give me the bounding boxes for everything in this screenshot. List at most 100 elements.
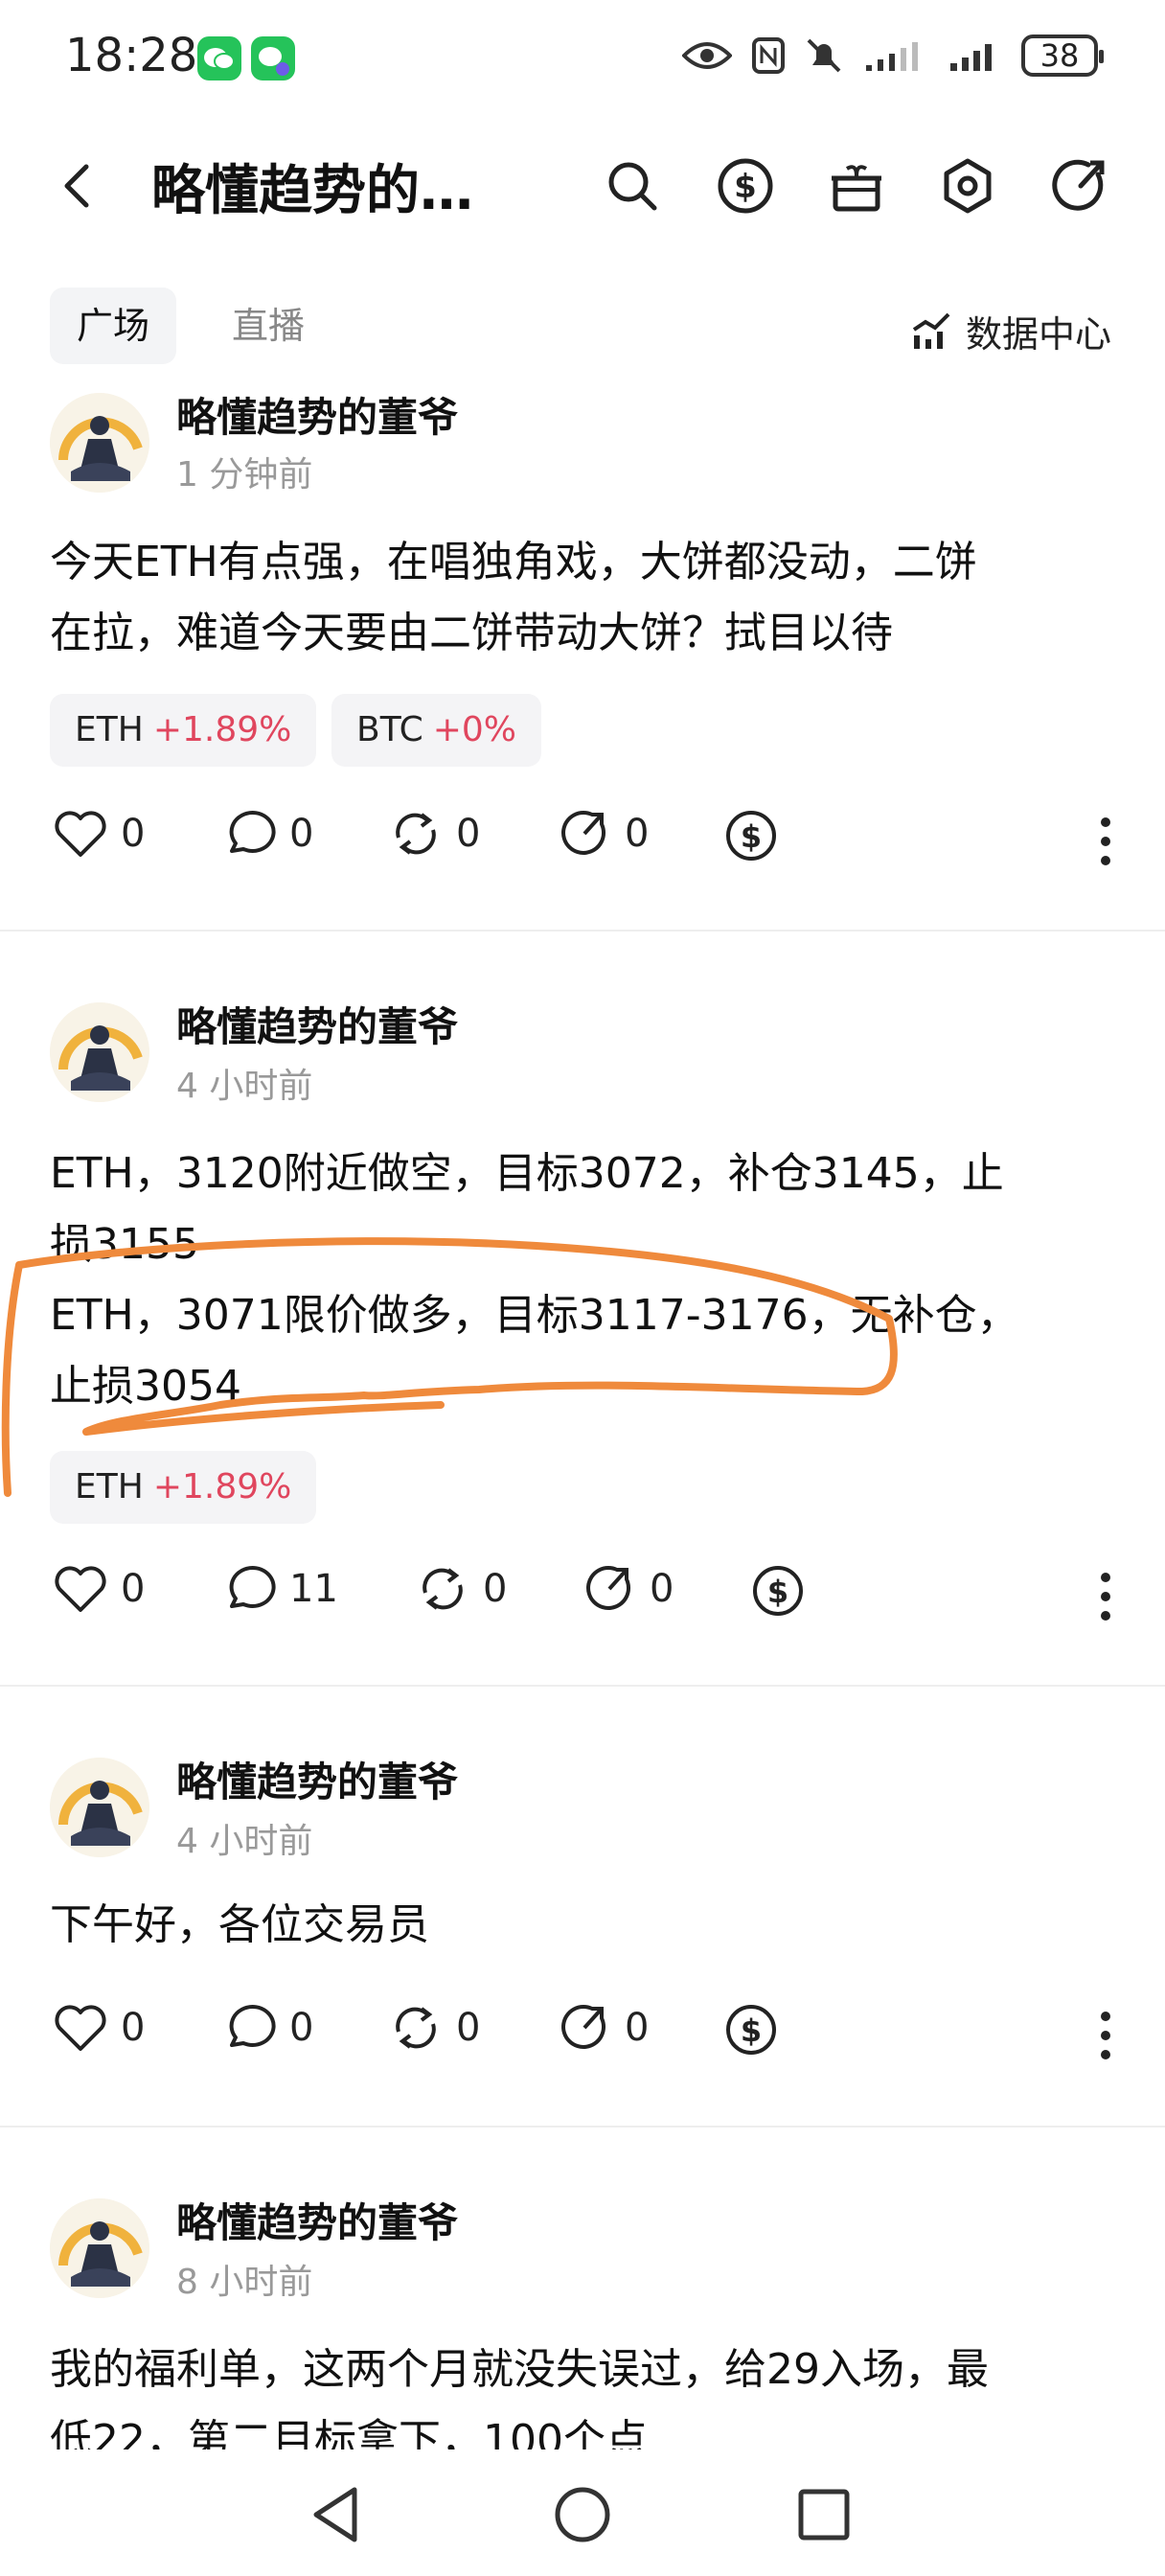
repost-button[interactable]: 0 <box>389 2003 480 2053</box>
page-title: 略懂趋势的… <box>151 160 473 222</box>
heart-icon <box>55 811 106 857</box>
avatar[interactable] <box>50 1002 149 1102</box>
data-center-label: 数据中心 <box>965 313 1111 356</box>
recents-square-icon[interactable] <box>786 2476 862 2553</box>
comment-button[interactable]: 11 <box>222 1564 338 1614</box>
hand-drawn-annotation <box>1 1237 898 1497</box>
share-icon <box>561 2005 605 2049</box>
avatar[interactable] <box>50 393 149 493</box>
search-icon[interactable] <box>602 155 663 217</box>
like-count: 0 <box>121 2006 146 2050</box>
wechat-bubble-icon <box>251 36 295 80</box>
heart-icon <box>55 2005 106 2051</box>
nfc-icon <box>752 37 785 74</box>
comment-button[interactable]: 0 <box>222 2003 313 2053</box>
system-nav-bar <box>0 2453 1165 2576</box>
coin-change: +1.89% <box>152 710 292 749</box>
coin-tag[interactable]: BTC +0% <box>331 694 541 767</box>
post-card[interactable]: 略懂趋势的董爷 1 分钟前 今天ETH有点强，在唱独角戏，大饼都没动，二饼 在拉… <box>0 383 1165 932</box>
comment-count: 11 <box>289 1567 338 1611</box>
status-bar: 18:28 38 <box>0 0 1165 115</box>
post-time: 1 分钟前 <box>176 455 313 494</box>
like-button[interactable]: 0 <box>54 2003 145 2053</box>
top-bar: 略懂趋势的… $ <box>0 134 1165 240</box>
avatar[interactable] <box>50 2198 149 2298</box>
share-icon <box>586 1566 630 1610</box>
share-count: 0 <box>625 812 650 856</box>
wechat-icon <box>197 36 241 80</box>
battery-icon: 38 <box>1021 34 1104 77</box>
coin-tag[interactable]: ETH +1.89% <box>50 694 317 767</box>
comment-button[interactable]: 0 <box>222 809 313 859</box>
tab-square[interactable]: 广场 <box>50 288 177 364</box>
post-time: 8 小时前 <box>176 2263 313 2302</box>
data-center-link[interactable]: 数据中心 <box>910 305 1111 357</box>
post-content[interactable]: 今天ETH有点强，在唱独角戏，大饼都没动，二饼 在拉，难道今天要由二饼带动大饼？… <box>50 527 1123 669</box>
repost-icon <box>396 813 436 855</box>
status-icons: 38 <box>682 34 1104 77</box>
tab-bar: 广场 直播 数据中心 <box>0 288 1165 364</box>
like-button[interactable]: 0 <box>54 809 145 859</box>
dollar-icon: $ <box>726 2005 776 2055</box>
coin-symbol: BTC <box>356 710 423 749</box>
like-button[interactable]: 0 <box>54 1564 145 1614</box>
dollar-icon: $ <box>753 1566 803 1616</box>
tip-button[interactable]: $ <box>751 1564 805 1618</box>
coin-change: +0% <box>432 710 516 749</box>
post-line: 我的福利单，这两个月就没失误过，给29入场，最 <box>50 2345 989 2394</box>
divider <box>0 1685 1165 1687</box>
divider <box>0 2126 1165 2128</box>
heart-icon <box>55 1566 106 1612</box>
more-icon[interactable] <box>1096 2007 1115 2064</box>
dollar-icon[interactable]: $ <box>715 155 776 217</box>
more-icon[interactable] <box>1096 813 1115 870</box>
post-author[interactable]: 略懂趋势的董爷 <box>176 385 458 444</box>
repost-count: 0 <box>456 812 481 856</box>
mute-icon <box>807 38 841 73</box>
back-icon[interactable] <box>50 157 107 215</box>
post-time: 4 小时前 <box>176 1067 313 1106</box>
avatar[interactable] <box>50 1758 149 1857</box>
signal-icon <box>950 44 992 71</box>
post-card[interactable]: 略懂趋势的董爷 8 小时前 我的福利单，这两个月就没失误过，给29入场，最 低2… <box>0 2191 1165 2450</box>
tip-button[interactable]: $ <box>724 809 778 862</box>
post-author[interactable]: 略懂趋势的董爷 <box>176 995 458 1053</box>
more-icon[interactable] <box>1096 1568 1115 1625</box>
status-time: 18:28 <box>65 29 198 82</box>
tab-live[interactable]: 直播 <box>205 288 331 364</box>
post-author[interactable]: 略懂趋势的董爷 <box>176 2191 458 2249</box>
home-circle-icon[interactable] <box>544 2476 621 2553</box>
dollar-icon: $ <box>726 811 776 861</box>
post-time: 4 小时前 <box>176 1822 313 1861</box>
post-content[interactable]: 我的福利单，这两个月就没失误过，给29入场，最 低22，第二目标拿下，100个点 <box>50 2334 1123 2450</box>
repost-button[interactable]: 0 <box>389 809 480 859</box>
tip-button[interactable]: $ <box>724 2003 778 2057</box>
comment-count: 0 <box>289 812 314 856</box>
share-button[interactable]: 0 <box>582 1564 674 1614</box>
repost-button[interactable]: 0 <box>416 1564 507 1614</box>
settings-icon[interactable] <box>937 155 998 217</box>
post-author[interactable]: 略懂趋势的董爷 <box>176 1750 458 1808</box>
gift-icon[interactable] <box>826 155 887 217</box>
repost-count: 0 <box>483 1567 508 1611</box>
comment-icon <box>229 811 276 853</box>
share-button[interactable]: 0 <box>558 809 649 859</box>
chart-icon <box>912 312 950 349</box>
svg-text:$: $ <box>741 818 762 855</box>
signal-icon <box>866 42 918 71</box>
coin-symbol: ETH <box>75 710 144 749</box>
post-line: 下午好，各位交易员 <box>50 1900 429 1949</box>
repost-icon <box>396 2007 436 2049</box>
svg-text:$: $ <box>734 168 757 206</box>
share-count: 0 <box>625 2006 650 2050</box>
post-line: 在拉，难道今天要由二饼带动大饼？拭目以待 <box>50 609 893 657</box>
like-count: 0 <box>121 1567 146 1611</box>
share-icon <box>561 811 605 855</box>
post-line: 今天ETH有点强，在唱独角戏，大饼都没动，二饼 <box>50 538 977 586</box>
repost-icon <box>423 1568 463 1610</box>
post-card[interactable]: 略懂趋势的董爷 4 小时前 下午好，各位交易员 0 0 0 0 $ <box>0 1750 1165 2137</box>
share-icon[interactable] <box>1050 155 1111 217</box>
back-triangle-icon[interactable] <box>299 2476 376 2553</box>
share-button[interactable]: 0 <box>558 2003 649 2053</box>
post-content[interactable]: 下午好，各位交易员 <box>50 1890 1123 1961</box>
